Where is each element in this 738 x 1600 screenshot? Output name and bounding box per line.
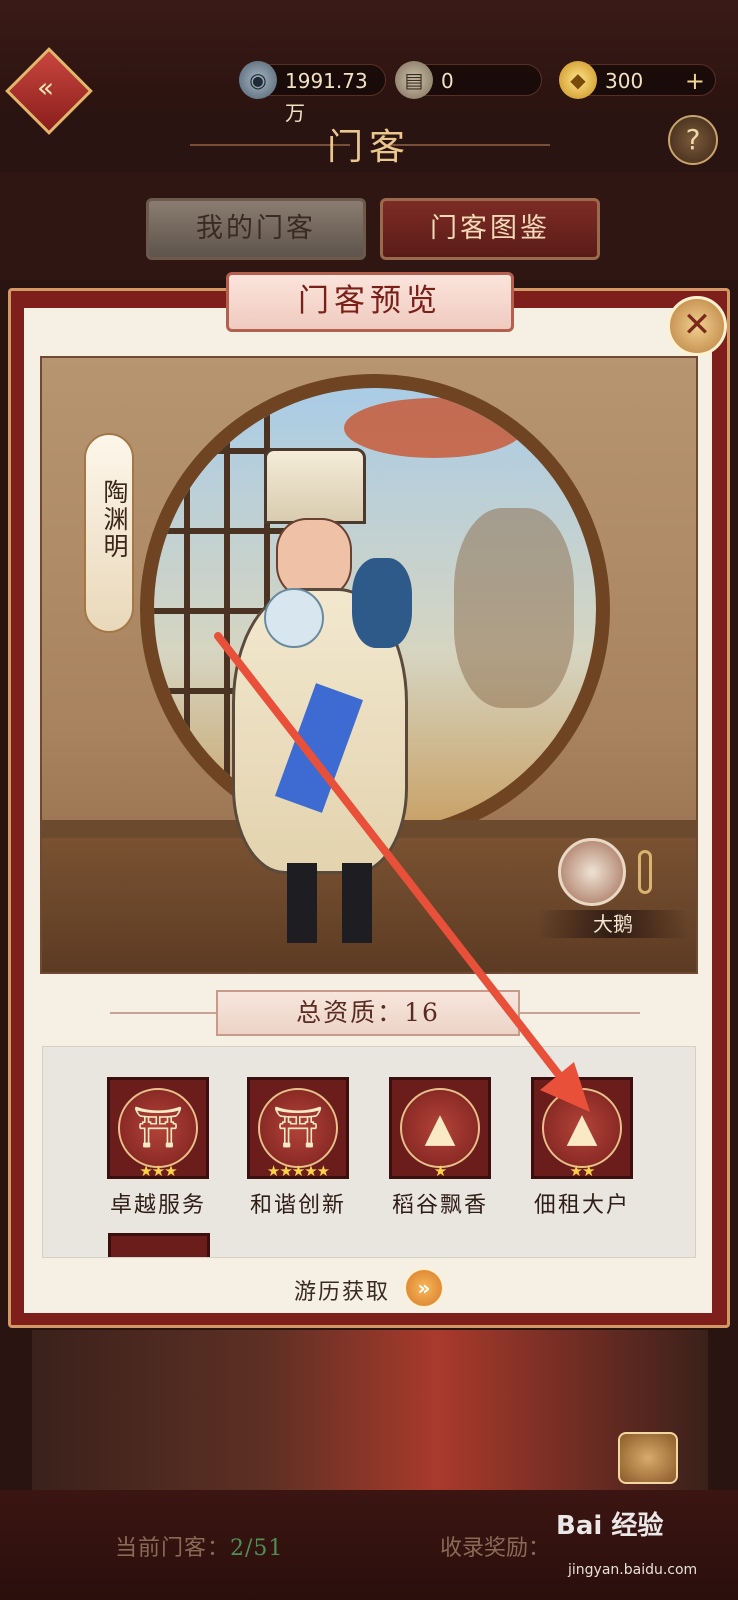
skill-frame: ⛩ ★★★ (107, 1077, 209, 1179)
quality-divider-right (520, 1012, 640, 1014)
skills-panel: ⛩ ★★★ 卓越服务 ⛩ ★★★★★ 和谐创新 ▲ ★ 稻谷飘香 ▲ ★★ 佃租… (42, 1046, 696, 1258)
skill-stars: ★★ (569, 1162, 596, 1180)
character-leg-left (287, 863, 317, 943)
skill-frame: ⛩ ★★★★★ (247, 1077, 349, 1179)
tab-bar: 我的门客 门客图鉴 (0, 172, 738, 280)
current-retainers: 当前门客：2/51 (115, 1530, 283, 1562)
scroll-value: 0 (441, 69, 454, 93)
currency-coin: ◉ 1991.73万 (239, 61, 386, 125)
chain-link-icon (638, 850, 652, 894)
character-hat (264, 448, 366, 524)
tab-retainer-codex[interactable]: 门客图鉴 (380, 198, 600, 260)
currency-scroll: ▤ 0 (395, 61, 542, 99)
gold-value: 300 (605, 69, 644, 93)
skill-item-partial[interactable] (108, 1233, 210, 1257)
skill-name: 佃租大户 (533, 1193, 630, 1218)
pavilion-icon: ⛩ (118, 1088, 198, 1168)
skill-item[interactable]: ▲ ★ 稻谷飘香 (375, 1077, 505, 1218)
skill-stars: ★ (433, 1162, 447, 1180)
wine-pot (264, 588, 324, 648)
watermark-url: jingyan.baidu.com (568, 1562, 698, 1578)
tab-my-retainers[interactable]: 我的门客 (146, 198, 366, 260)
character-leg-right (342, 863, 372, 943)
page-title: 门客 (326, 127, 411, 168)
character-portrait: 陶渊明 大鹅 (40, 356, 698, 974)
currency-gold: ◆ 300 + (559, 61, 716, 99)
skill-frame: ▲ ★ (389, 1077, 491, 1179)
skill-name: 和谐创新 (249, 1193, 346, 1218)
scroll-icon: ▤ (395, 61, 433, 99)
collection-reward-label: 收录奖励： (440, 1536, 551, 1561)
bond-avatar[interactable] (558, 838, 626, 906)
acquire-row: 游历获取 » (290, 1268, 460, 1312)
wine-gourd (352, 558, 412, 648)
help-button[interactable]: ? (668, 115, 718, 165)
gold-ingot-icon: ◆ (559, 61, 597, 99)
skill-item[interactable]: ⛩ ★★★ 卓越服务 (93, 1077, 223, 1218)
skill-stars: ★★★★★ (266, 1162, 330, 1180)
character-face (276, 518, 352, 598)
skill-stars: ★★★ (139, 1162, 177, 1180)
acquire-label: 游历获取 (294, 1280, 391, 1305)
coin-icon: ◉ (239, 61, 277, 99)
title-bar: 门客 (0, 110, 738, 170)
current-retainers-label: 当前门客： (115, 1536, 231, 1561)
watermark-logo: Bai 经验 (556, 1511, 664, 1541)
character-name-plaque: 陶渊明 (84, 433, 134, 633)
skill-item[interactable]: ▲ ★★ 佃租大户 (517, 1077, 647, 1218)
modal-title: 门客预览 (226, 272, 514, 332)
current-retainers-value: 2/51 (230, 1536, 284, 1561)
skill-name: 卓越服务 (109, 1193, 206, 1218)
quality-divider-left (110, 1012, 230, 1014)
pavilion-icon: ⛩ (258, 1088, 338, 1168)
skill-frame: ▲ ★★ (531, 1077, 633, 1179)
skill-name: 稻谷飘香 (391, 1193, 488, 1218)
back-arrow-icon: « (37, 71, 55, 105)
skill-item[interactable]: ⛩ ★★★★★ 和谐创新 (233, 1077, 363, 1218)
add-gold-button[interactable]: + (685, 65, 705, 97)
gift-icon[interactable] (618, 1432, 678, 1484)
mountain-icon: ▲ (542, 1088, 622, 1168)
total-quality: 总资质：16 (216, 990, 520, 1036)
bond-label: 大鹅 (538, 910, 688, 938)
mountain-icon: ▲ (400, 1088, 480, 1168)
close-button[interactable]: ✕ (667, 296, 727, 356)
acquire-button[interactable]: » (404, 1268, 444, 1308)
background-characters (32, 1330, 708, 1490)
character-name: 陶渊明 (100, 479, 129, 560)
